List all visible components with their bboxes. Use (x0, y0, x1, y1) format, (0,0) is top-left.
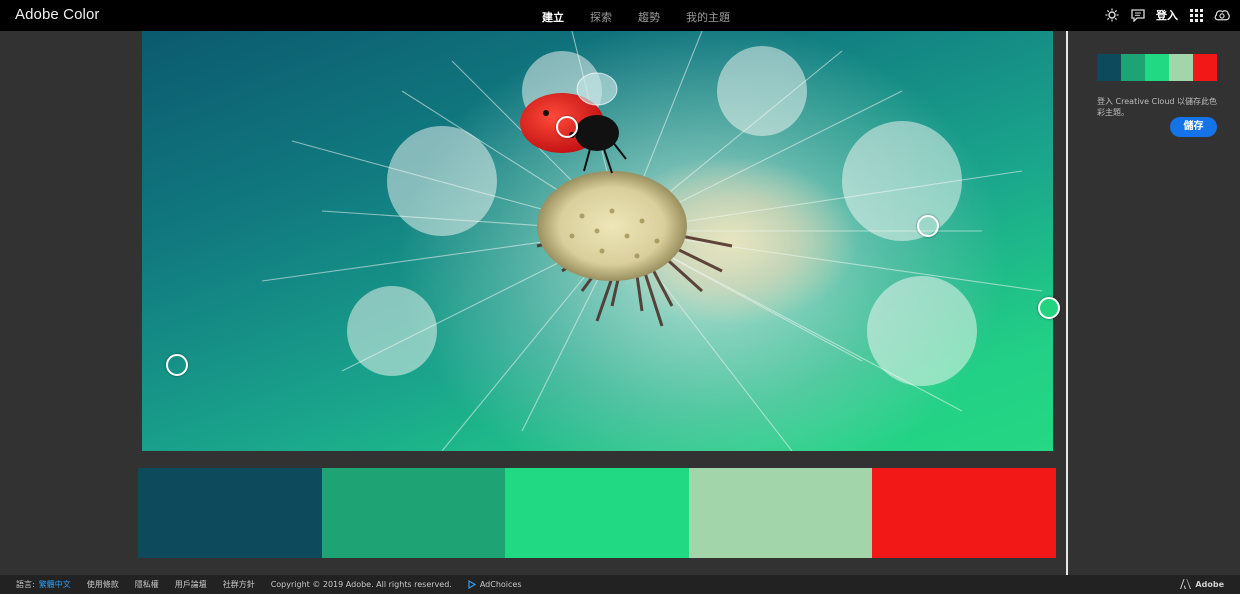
adchoices-icon (468, 580, 476, 589)
main-nav: 建立 探索 趨勢 我的主題 (542, 9, 756, 25)
top-right-actions: 登入 (1104, 7, 1230, 23)
adobe-label: Adobe (1195, 579, 1224, 589)
theme-preview-swatch-2 (1121, 54, 1145, 81)
color-picker-marker-2[interactable] (556, 116, 578, 138)
theme-preview-swatch-1 (1097, 54, 1121, 81)
adchoices-label: AdChoices (479, 580, 522, 589)
footer-link-terms[interactable]: 使用條款 (87, 579, 119, 590)
cc-save-message: 登入 Creative Cloud 以儲存此色彩主題。 (1097, 97, 1218, 117)
app-title[interactable]: Adobe Color (15, 6, 100, 23)
creative-cloud-icon[interactable] (1214, 7, 1230, 23)
panel-divider (1066, 31, 1068, 575)
color-picker-marker-3[interactable] (917, 215, 939, 237)
theme-preview-swatch-3 (1145, 54, 1169, 81)
dandelion-ladybug-image (261, 31, 1043, 451)
theme-preview (1097, 54, 1217, 81)
color-swatch-5[interactable] (872, 468, 1056, 558)
color-swatch-strip (138, 468, 1056, 558)
adchoices-link[interactable]: AdChoices (468, 580, 522, 589)
footer-link-guidelines[interactable]: 社群方針 (223, 579, 255, 590)
language-selector[interactable]: 繁體中文 (39, 579, 71, 590)
nav-tab-explore[interactable]: 探索 (590, 9, 612, 25)
save-button[interactable]: 儲存 (1170, 117, 1217, 137)
footer-link-forum[interactable]: 用戶論壇 (175, 579, 207, 590)
apps-grid-icon[interactable] (1188, 7, 1204, 23)
sign-in-link[interactable]: 登入 (1156, 7, 1178, 23)
source-photo[interactable] (142, 31, 1053, 451)
top-bar: Adobe Color 建立 探索 趨勢 我的主題 登入 (0, 0, 1240, 31)
theme-preview-swatch-4 (1169, 54, 1193, 81)
color-swatch-1[interactable] (138, 468, 322, 558)
brightness-icon[interactable] (1104, 7, 1120, 23)
feedback-icon[interactable] (1130, 7, 1146, 23)
footer-link-privacy[interactable]: 隱私權 (135, 579, 159, 590)
adobe-logo-icon (1180, 579, 1192, 589)
color-swatch-3[interactable] (505, 468, 689, 558)
copyright-text: Copyright © 2019 Adobe. All rights reser… (270, 580, 452, 589)
nav-tab-create[interactable]: 建立 (542, 9, 564, 25)
nav-tab-my-themes[interactable]: 我的主題 (686, 9, 730, 25)
color-picker-marker-1[interactable] (166, 354, 188, 376)
footer: 語言: 繁體中文 使用條款 隱私權 用戶論壇 社群方針 Copyright © … (0, 575, 1240, 594)
theme-preview-swatch-5 (1193, 54, 1217, 81)
language-label: 語言: (16, 580, 35, 589)
color-swatch-4[interactable] (688, 468, 873, 558)
color-swatch-2[interactable] (321, 468, 506, 558)
color-picker-marker-4[interactable] (1038, 297, 1060, 319)
nav-tab-trends[interactable]: 趨勢 (638, 9, 660, 25)
adobe-logo-link[interactable]: Adobe (1180, 579, 1224, 589)
